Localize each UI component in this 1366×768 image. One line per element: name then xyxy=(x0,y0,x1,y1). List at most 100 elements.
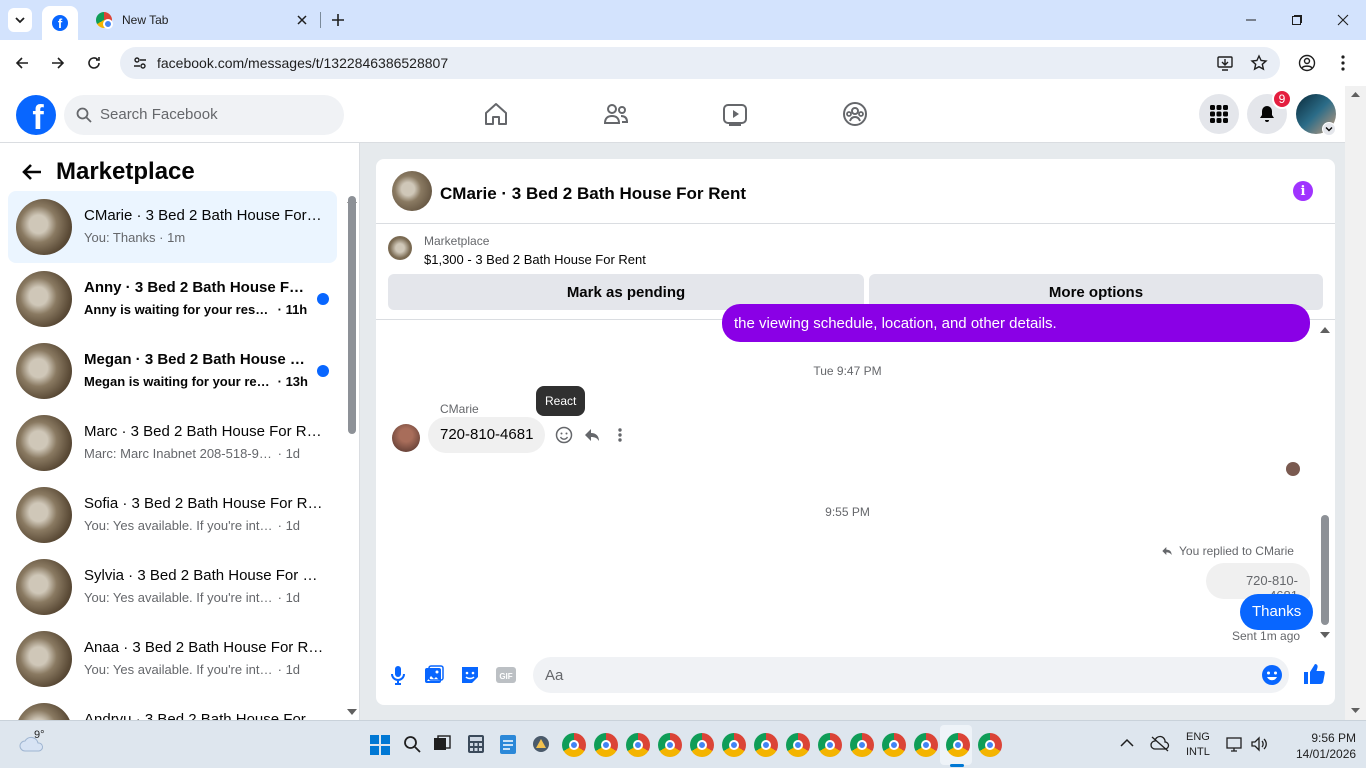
forward-icon[interactable] xyxy=(48,53,68,73)
install-app-icon[interactable] xyxy=(1216,54,1234,72)
react-emoji-icon[interactable] xyxy=(555,426,573,444)
chrome-taskbar-icon[interactable] xyxy=(882,733,906,757)
listing-price-title[interactable]: $1,300 - 3 Bed 2 Bath House For Rent xyxy=(424,252,646,267)
menu-kebab-icon[interactable] xyxy=(1333,53,1353,73)
chrome-taskbar-icon[interactable] xyxy=(562,733,586,757)
tab-new-tab[interactable]: New Tab xyxy=(86,0,316,40)
conversation-item[interactable]: Marc · 3 Bed 2 Bath House For Rent Marc:… xyxy=(8,407,337,479)
gif-icon[interactable]: GIF xyxy=(495,664,517,686)
more-actions-icon[interactable] xyxy=(618,426,622,444)
reply-indicator: You replied to CMarie xyxy=(1161,544,1294,558)
conversation-item[interactable]: Andryu · 3 Bed 2 Bath House For Rent xyxy=(8,695,337,720)
sidebar-scrollbar-thumb[interactable] xyxy=(348,196,356,434)
tray-chevron-up-icon[interactable] xyxy=(1120,738,1134,748)
photo-icon[interactable] xyxy=(423,664,445,686)
chrome-taskbar-icon[interactable] xyxy=(626,733,650,757)
account-chevron-icon[interactable] xyxy=(1322,122,1336,136)
search-placeholder: Search Facebook xyxy=(100,106,218,123)
onedrive-offline-icon[interactable] xyxy=(1150,735,1170,753)
thread-scroll-up-icon[interactable] xyxy=(1320,326,1330,333)
conversation-item[interactable]: CMarie · 3 Bed 2 Bath House For Rent You… xyxy=(8,191,337,263)
close-tab-icon[interactable] xyxy=(294,12,310,28)
message-input[interactable]: Aa xyxy=(533,657,1289,693)
chrome-taskbar-icon[interactable] xyxy=(690,733,714,757)
search-input[interactable]: Search Facebook xyxy=(64,95,344,135)
sender-name: CMarie xyxy=(440,402,479,416)
chat-avatar[interactable] xyxy=(392,171,432,211)
home-icon[interactable] xyxy=(482,100,510,128)
conversation-title: Marc · 3 Bed 2 Bath House For Rent xyxy=(84,423,324,440)
menu-grid-button[interactable] xyxy=(1199,94,1239,134)
tab-search-button[interactable] xyxy=(8,8,32,32)
grid-icon xyxy=(1210,105,1228,123)
start-windows-icon[interactable] xyxy=(370,735,390,755)
back-arrow-icon[interactable] xyxy=(22,163,42,181)
close-window-button[interactable] xyxy=(1320,0,1366,40)
tab-facebook[interactable]: f xyxy=(42,6,78,40)
task-view-icon[interactable] xyxy=(433,735,451,753)
page-scrollbar[interactable] xyxy=(1345,86,1366,720)
friends-icon[interactable] xyxy=(602,100,630,128)
chrome-taskbar-icon[interactable] xyxy=(754,733,778,757)
watch-video-icon[interactable] xyxy=(721,100,749,128)
active-indicator xyxy=(950,764,964,767)
listing-thumbnail[interactable] xyxy=(388,236,412,260)
restore-button[interactable] xyxy=(1274,0,1320,40)
conversation-item[interactable]: Sofia · 3 Bed 2 Bath House For Rent You:… xyxy=(8,479,337,551)
minimize-button[interactable] xyxy=(1228,0,1274,40)
chrome-taskbar-icon[interactable] xyxy=(818,733,842,757)
url-text: facebook.com/messages/t/1322846386528807 xyxy=(157,55,449,71)
new-tab-button[interactable] xyxy=(328,10,348,30)
scroll-down-arrow-icon[interactable] xyxy=(1351,708,1360,714)
chrome-taskbar-icon-active[interactable] xyxy=(946,733,970,757)
chrome-taskbar-icon[interactable] xyxy=(914,733,938,757)
back-icon[interactable] xyxy=(12,53,32,73)
plus-icon xyxy=(332,14,344,26)
received-message-bubble[interactable]: 720-810-4681 xyxy=(428,417,546,453)
weather-temperature: 9° xyxy=(34,729,45,741)
listing-thumbnail xyxy=(16,199,72,255)
conversation-title: CMarie · 3 Bed 2 Bath House For Rent xyxy=(84,207,324,224)
conversation-item[interactable]: Anaa · 3 Bed 2 Bath House For Rent You: … xyxy=(8,623,337,695)
language-indicator[interactable]: ENG INTL xyxy=(1186,730,1210,760)
unread-dot xyxy=(317,293,329,305)
sticker-icon[interactable] xyxy=(459,664,481,686)
site-info-icon[interactable] xyxy=(132,55,148,71)
emoji-icon[interactable] xyxy=(1261,664,1283,686)
chrome-taskbar-icon[interactable] xyxy=(786,733,810,757)
app-icon[interactable] xyxy=(531,734,551,754)
system-clock[interactable]: 9:56 PM 14/01/2026 xyxy=(1296,730,1356,762)
conversation-item[interactable]: Anny · 3 Bed 2 Bath House For Rent Anny … xyxy=(8,263,337,335)
thread-scroll-down-icon[interactable] xyxy=(1320,632,1330,639)
bell-icon xyxy=(1260,106,1274,122)
calculator-icon[interactable] xyxy=(467,734,485,754)
chrome-taskbar-icon[interactable] xyxy=(594,733,618,757)
conversation-item[interactable]: Sylvia · 3 Bed 2 Bath House For Rent You… xyxy=(8,551,337,623)
bookmark-star-icon[interactable] xyxy=(1250,54,1268,72)
sent-message-bubble[interactable]: the viewing schedule, location, and othe… xyxy=(722,304,1310,342)
sent-message-bubble[interactable]: Thanks xyxy=(1240,594,1314,630)
search-taskbar-icon[interactable] xyxy=(403,735,421,753)
info-icon[interactable]: i xyxy=(1293,181,1313,201)
groups-icon[interactable] xyxy=(841,100,869,128)
thread-scrollbar-thumb[interactable] xyxy=(1321,515,1329,625)
reply-icon[interactable] xyxy=(583,426,601,444)
microphone-icon[interactable] xyxy=(387,664,409,686)
chrome-taskbar-icon[interactable] xyxy=(658,733,682,757)
scroll-up-arrow-icon[interactable] xyxy=(1351,91,1360,97)
thumbs-up-icon[interactable] xyxy=(1302,662,1326,686)
reload-icon[interactable] xyxy=(84,53,104,73)
facebook-logo-icon[interactable]: f xyxy=(16,95,56,135)
conversation-item[interactable]: Megan · 3 Bed 2 Bath House For Rent Mega… xyxy=(8,335,337,407)
profile-icon[interactable] xyxy=(1297,53,1317,73)
volume-icon[interactable] xyxy=(1250,735,1268,753)
network-icon[interactable] xyxy=(1226,735,1244,753)
chrome-taskbar-icon[interactable] xyxy=(850,733,874,757)
chat-title[interactable]: CMarie · 3 Bed 2 Bath House For Rent xyxy=(440,184,746,204)
notepad-icon[interactable] xyxy=(499,733,517,755)
sender-avatar[interactable] xyxy=(392,424,420,452)
chrome-taskbar-icon[interactable] xyxy=(978,733,1002,757)
address-bar[interactable]: facebook.com/messages/t/1322846386528807 xyxy=(120,47,1280,79)
sidebar-scroll-down-icon[interactable] xyxy=(347,709,357,716)
chrome-taskbar-icon[interactable] xyxy=(722,733,746,757)
